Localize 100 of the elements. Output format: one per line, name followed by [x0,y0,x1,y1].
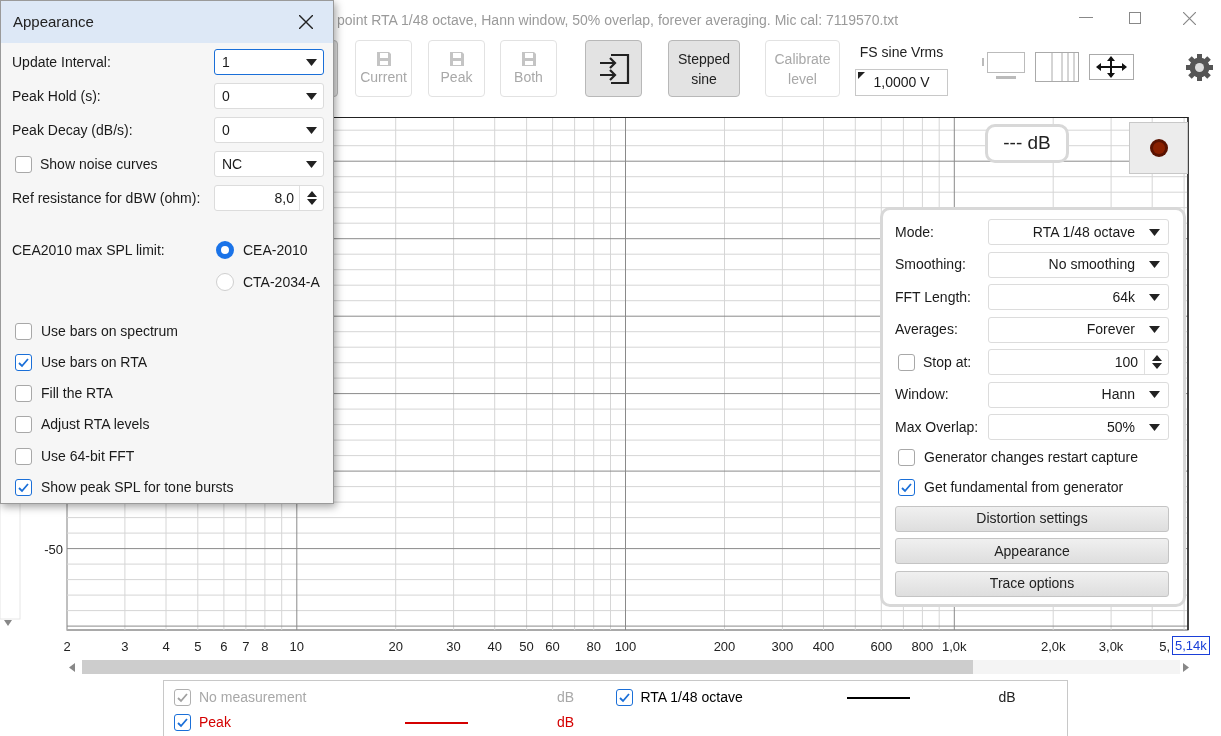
dropdown-arrow-icon [306,58,317,66]
field-label: FS sine Vrms [859,43,944,61]
radio-label: CEA-2010 [243,240,308,260]
dropdown[interactable]: 0 [214,117,324,143]
horizontal-scrollbar[interactable] [82,660,1180,674]
checkbox[interactable] [15,479,32,496]
checkbox-label: Get fundamental from generator [924,477,1124,497]
axis-tick-label: 30 [446,639,461,654]
dropdown[interactable]: 1 [214,49,324,75]
dropdown-arrow-icon [1149,261,1160,268]
move-arrows-icon[interactable] [1089,54,1134,80]
axis-tick-label: 100 [614,639,637,654]
checkbox[interactable] [15,447,32,465]
checkbox[interactable] [898,449,915,466]
trace-name: Peak [199,713,232,732]
axis-tick-label: 6 [220,639,228,654]
field-label: Smoothing: [895,255,966,274]
checkbox[interactable] [15,322,32,340]
minimize-icon[interactable] [1079,17,1093,19]
dropdown[interactable]: Hann [988,381,1169,408]
panel-button[interactable]: Appearance [895,538,1169,564]
field-label: Stop at: [923,352,972,372]
field-label: Peak Decay (dB/s): [12,120,133,140]
dropdown[interactable]: No smoothing [988,251,1169,278]
checkbox[interactable] [898,353,915,371]
dropdown-arrow-icon [1149,423,1160,431]
dropdown-arrow-icon [306,126,317,134]
checkbox[interactable] [15,385,32,403]
checkmark-icon [17,481,30,494]
axis-tick-label: 3,0k [1098,639,1124,654]
axis-tick-label: 400 [812,639,835,654]
settings-icon[interactable] [1186,53,1213,81]
field-label: Mode: [895,222,934,242]
scroll-right-icon[interactable] [1183,662,1189,672]
toolbar-button[interactable]: Stepped sine [668,40,740,97]
number-spinner[interactable]: 100 [988,349,1169,375]
import-button[interactable] [585,40,642,97]
unit-label: dB [557,713,575,732]
checkbox[interactable] [15,155,32,173]
axis-tick-label: 10 [289,639,305,654]
dropdown[interactable]: 64k [988,284,1169,310]
unit-label: dB [998,688,1016,707]
checkbox[interactable] [15,416,32,434]
vertical-scrollbar[interactable] [0,502,21,620]
axis-tick-label: 80 [586,639,601,654]
close-icon[interactable] [299,15,313,29]
axis-tick-label: -50 [44,541,63,557]
radio-label: CTA-2034-A [243,272,320,292]
field-label: FFT Length: [895,287,971,307]
checkbox[interactable] [615,689,633,706]
axis-tick-label: 4 [162,639,170,654]
dropdown[interactable]: 50% [988,414,1169,440]
axis-tick-label: 60 [545,639,560,654]
dropdown-arrow-icon [1149,293,1160,301]
axis-tick-label: 50 [519,639,534,654]
radio-button[interactable] [216,241,234,259]
dropdown[interactable]: RTA 1/48 octave [988,219,1169,245]
axis-tick-label: 7 [242,639,250,654]
checkbox-label: Show peak SPL for tone bursts [41,478,234,497]
axis-tick-label: 5, [1159,639,1170,654]
indicator-light-icon [1148,138,1169,158]
dropdown-arrow-icon [1149,326,1160,333]
axis-tick-label: 2 [63,639,71,654]
dropdown[interactable]: Forever [988,316,1169,343]
dropdown[interactable]: 0 [214,83,324,109]
checkbox-label: Use 64-bit FFT [41,446,135,466]
axis-tick-label: 300 [771,639,794,654]
axis-tick-label: 800 [911,639,934,654]
checkbox[interactable] [898,478,915,496]
scroll-left-icon[interactable] [69,662,75,672]
cursor-frequency-label: 5,14k [1172,636,1210,655]
window-title: point RTA 1/48 octave, Hann window, 50% overlap, forever averaging. Mic cal: 7119570.txt [337,10,899,30]
monitor-icon[interactable] [982,52,1025,82]
dropdown-arrow-icon [306,92,317,100]
unit-label: dB [557,688,575,707]
record-button[interactable] [1129,122,1188,174]
axis-tick-label: 40 [487,639,502,654]
field-label: Show noise curves [40,154,158,174]
dropdown-arrow-icon [1149,228,1160,236]
panel-button[interactable]: Trace options [895,570,1169,597]
dropdown[interactable]: NC [214,151,324,177]
axis-tick-label: 8 [261,639,269,654]
field-label: Averages: [895,320,958,339]
checkbox-label: Fill the RTA [41,384,113,404]
level-readout: --- dB [985,124,1069,163]
checkbox[interactable] [15,353,32,371]
voltage-field[interactable]: 1,0000 V [855,69,948,96]
maximize-icon[interactable] [1129,12,1141,24]
checkbox-label: Generator changes restart capture [924,448,1138,467]
field-label: Max Overlap: [895,417,979,437]
trace-name: RTA 1/48 octave [640,688,744,707]
panel-button[interactable]: Distortion settings [895,505,1169,532]
axis-tick-label: 20 [388,639,403,654]
axis-tick-label: 200 [713,639,736,654]
number-spinner[interactable]: 8,0 [214,185,324,211]
checkmark-icon [176,691,189,704]
trace-name: No measurement [199,688,308,707]
columns-icon[interactable] [1035,52,1079,82]
corner-marker-icon [858,72,865,79]
checkbox[interactable] [174,714,191,731]
